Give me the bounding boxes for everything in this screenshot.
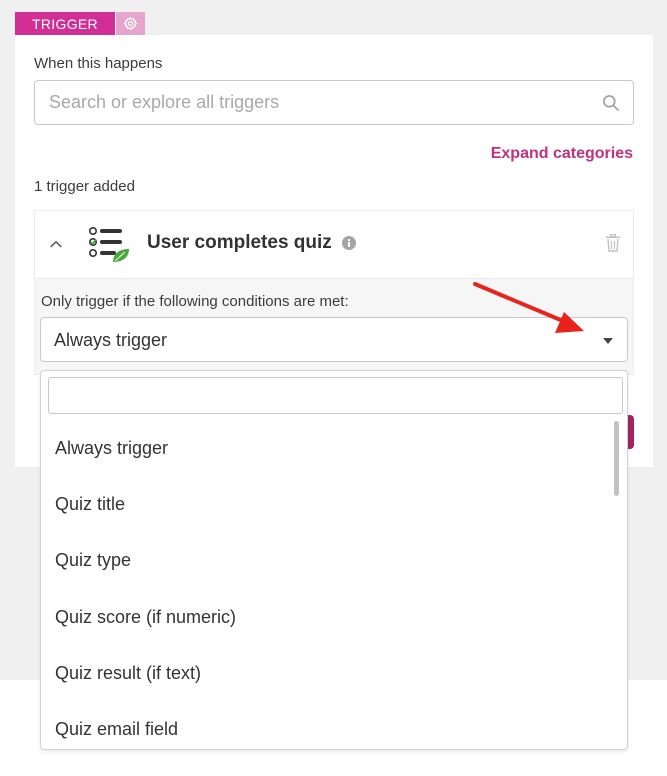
trigger-item-title: User completes quiz — [147, 232, 332, 253]
dropdown-option[interactable]: Always trigger — [55, 438, 168, 459]
condition-dropdown: Always trigger Quiz title Quiz type Quiz… — [40, 370, 628, 750]
trash-icon[interactable] — [605, 234, 621, 252]
dropdown-option[interactable]: Quiz score (if numeric) — [55, 607, 236, 628]
condition-select[interactable]: Always trigger — [40, 317, 628, 362]
dropdown-search-input[interactable] — [48, 377, 623, 414]
dropdown-option[interactable]: Quiz type — [55, 550, 131, 571]
trigger-tab-bar: TRIGGER — [15, 12, 145, 35]
trigger-item-header: User completes quiz — [35, 211, 633, 278]
quiz-checklist-icon — [88, 226, 129, 262]
dropdown-option[interactable]: Quiz result (if text) — [55, 663, 201, 684]
trigger-search-box[interactable] — [34, 80, 634, 125]
gear-icon — [123, 16, 138, 31]
conditions-label: Only trigger if the following conditions… — [41, 293, 349, 310]
condition-select-value: Always trigger — [54, 330, 168, 350]
dropdown-option[interactable]: Quiz title — [55, 494, 125, 515]
dropdown-option[interactable]: Quiz email field — [55, 719, 178, 740]
trigger-count-label: 1 trigger added — [34, 178, 135, 195]
expand-categories-link[interactable]: Expand categories — [491, 145, 633, 163]
settings-tab[interactable] — [116, 12, 145, 35]
search-icon[interactable] — [601, 93, 621, 113]
caret-down-icon[interactable] — [603, 338, 613, 344]
trigger-search-input[interactable] — [49, 81, 589, 124]
info-icon[interactable] — [342, 236, 356, 250]
tab-trigger[interactable]: TRIGGER — [15, 12, 115, 35]
section-label: When this happens — [34, 55, 163, 72]
dropdown-scrollbar[interactable] — [614, 421, 619, 496]
chevron-up-icon[interactable] — [47, 235, 65, 253]
